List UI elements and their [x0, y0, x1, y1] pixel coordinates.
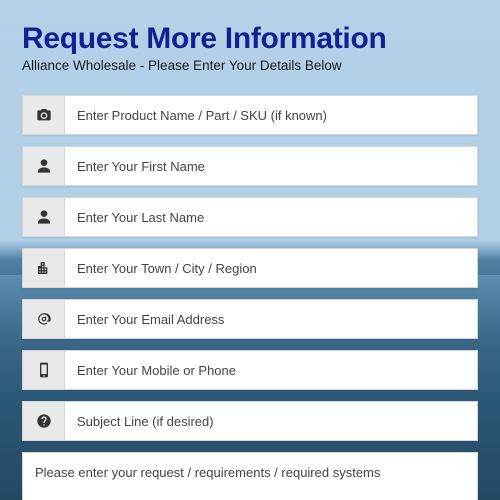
product-field	[22, 95, 478, 135]
phone-field	[22, 350, 478, 390]
phone-input[interactable]	[65, 351, 477, 389]
page-subtitle: Alliance Wholesale - Please Enter Your D…	[22, 58, 478, 73]
message-field	[22, 452, 478, 500]
form-container: Request More Information Alliance Wholes…	[0, 0, 500, 500]
last-name-input[interactable]	[65, 198, 477, 236]
product-input[interactable]	[65, 96, 477, 134]
request-form	[22, 95, 478, 500]
town-field	[22, 248, 478, 288]
first-name-input[interactable]	[65, 147, 477, 185]
mobile-icon	[23, 351, 65, 389]
email-input[interactable]	[65, 300, 477, 338]
city-icon	[23, 249, 65, 287]
user-icon	[23, 147, 65, 185]
email-field	[22, 299, 478, 339]
first-name-field	[22, 146, 478, 186]
message-input[interactable]	[35, 465, 465, 487]
question-icon	[23, 402, 65, 440]
last-name-field	[22, 197, 478, 237]
camera-icon	[23, 96, 65, 134]
subject-field	[22, 401, 478, 441]
page-title: Request More Information	[22, 22, 478, 56]
user-icon	[23, 198, 65, 236]
town-input[interactable]	[65, 249, 477, 287]
subject-input[interactable]	[65, 402, 477, 440]
at-icon	[23, 300, 65, 338]
